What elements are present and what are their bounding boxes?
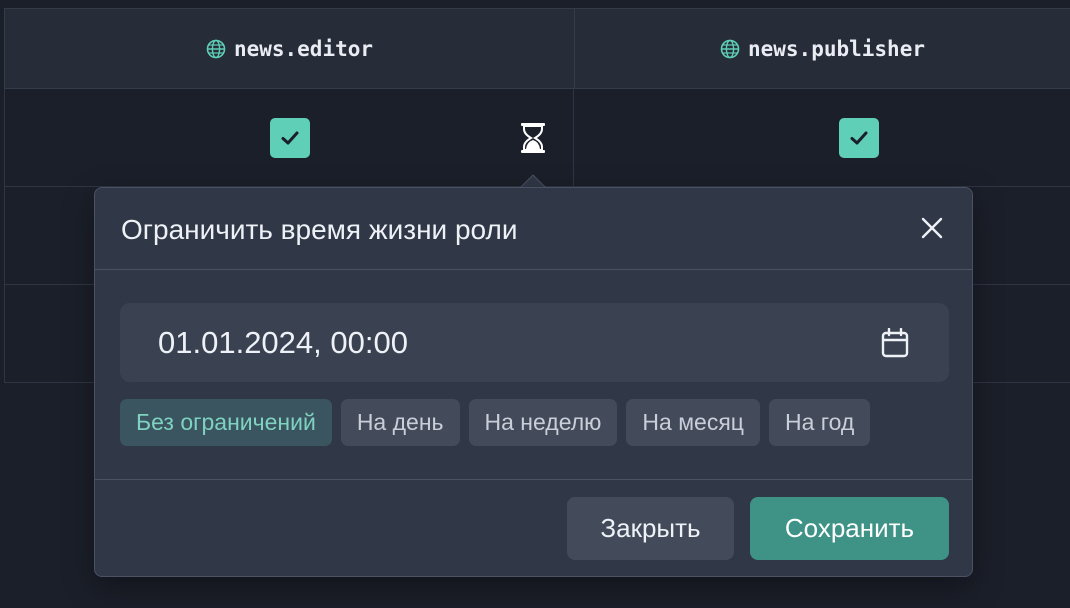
column-header-news-editor: news.editor xyxy=(4,8,574,89)
datetime-input[interactable]: 01.01.2024, 00:00 xyxy=(120,303,949,382)
publisher-role-checkbox[interactable] xyxy=(839,118,879,158)
close-icon[interactable] xyxy=(918,214,946,242)
checkmark-icon xyxy=(850,131,868,145)
globe-icon xyxy=(206,39,226,58)
role-lifetime-popover: Ограничить время жизни роли 01.01.2024, … xyxy=(94,187,973,577)
hourglass-icon[interactable] xyxy=(520,122,546,154)
close-button[interactable]: Закрыть xyxy=(567,497,734,560)
preset-no-limit[interactable]: Без ограничений xyxy=(120,399,332,446)
column-label: news.publisher xyxy=(747,36,925,61)
divider xyxy=(95,479,972,480)
popover-title: Ограничить время жизни роли xyxy=(121,214,518,245)
preset-week[interactable]: На неделю xyxy=(468,399,618,446)
column-label: news.editor xyxy=(233,36,374,61)
globe-icon xyxy=(720,39,740,58)
calendar-icon[interactable] xyxy=(881,328,909,358)
preset-year[interactable]: На год xyxy=(768,399,871,446)
editor-role-checkbox[interactable] xyxy=(270,118,310,158)
preset-month[interactable]: На месяц xyxy=(626,399,760,446)
preset-day[interactable]: На день xyxy=(340,399,460,446)
divider xyxy=(95,269,972,270)
checkmark-icon xyxy=(281,131,299,145)
popover-arrow xyxy=(520,174,546,188)
duration-presets: Без ограничений На день На неделю На мес… xyxy=(120,399,871,446)
save-button[interactable]: Сохранить xyxy=(750,497,949,560)
column-header-news-publisher: news.publisher xyxy=(574,8,1070,89)
datetime-value: 01.01.2024, 00:00 xyxy=(158,324,408,360)
